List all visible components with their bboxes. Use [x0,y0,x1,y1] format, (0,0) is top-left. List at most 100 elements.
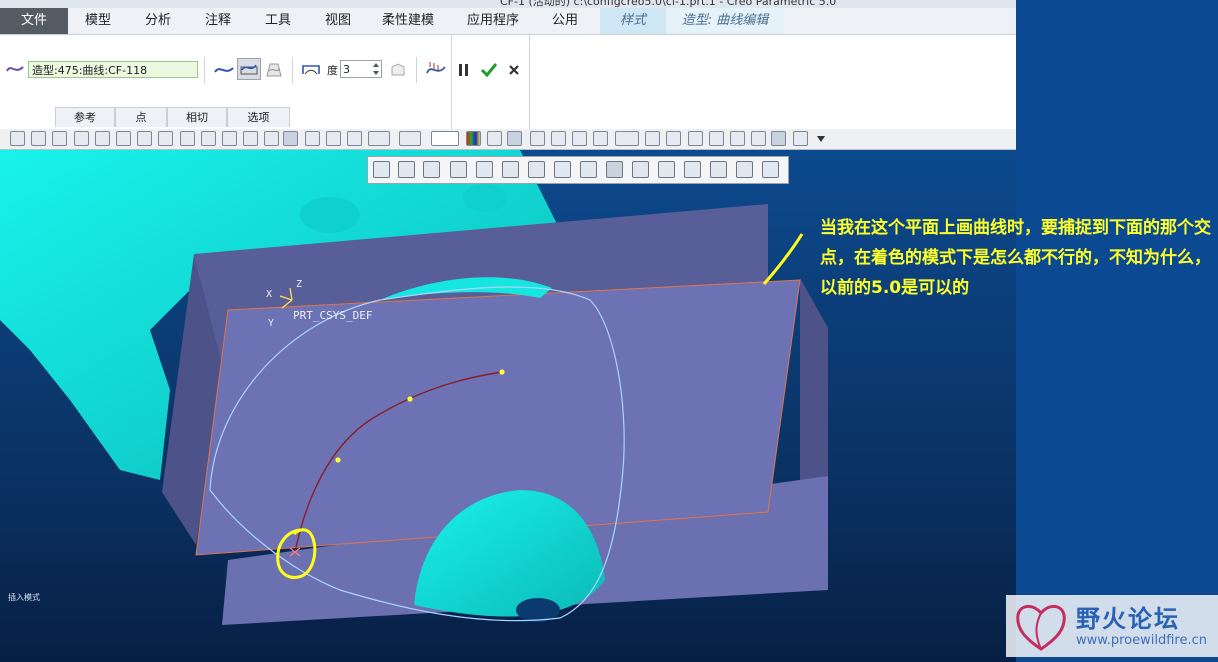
pause-icon[interactable] [457,62,471,78]
curve-reference-field[interactable]: 造型:475:曲线:CF-118 [28,61,198,78]
toolbar-button[interactable] [751,131,766,146]
layout-icon[interactable] [736,161,753,178]
mode-status-text: 插入模式 [8,593,40,602]
toolbar-button[interactable] [180,131,195,146]
spin-center-icon[interactable] [632,161,649,178]
axis-y-label: Y [268,318,275,329]
selection-filter-dropdown[interactable] [431,131,459,146]
toolbar-button[interactable] [487,131,502,146]
csys-label: PRT_CSYS_DEF [293,309,373,322]
toolbar-button[interactable] [530,131,545,146]
curve-icon [6,62,24,76]
toolbar-button[interactable] [10,131,25,146]
tab-analysis[interactable]: 分析 [130,8,186,34]
window-title: CF-1 (活动的) c:\configcreo5.0\cf-1.prt.1 -… [500,0,837,8]
forum-logo [1016,605,1066,651]
toolbar-button[interactable] [666,131,681,146]
surface-disabled-icon[interactable] [388,60,408,80]
display-style-icon[interactable] [476,161,493,178]
toolbar-button[interactable] [593,131,608,146]
window-title-bar: CF-1 (活动的) c:\configcreo5.0\cf-1.prt.1 -… [0,0,1016,8]
redo-icon[interactable] [399,131,421,146]
toolbar-button[interactable] [347,131,362,146]
tab-style[interactable]: 样式 [600,8,666,34]
tab-flexible-modeling[interactable]: 柔性建模 [370,8,446,34]
toolbar-button[interactable] [326,131,341,146]
undo-icon[interactable] [368,131,390,146]
toolbar-more-icon[interactable] [815,132,827,146]
subtab-references[interactable]: 参考 [55,107,115,127]
graphics-toolbar [0,129,1016,150]
toolbar-button[interactable] [305,131,320,146]
toolbar-button[interactable] [283,131,298,146]
toolbar-button[interactable] [158,131,173,146]
toolbar-button[interactable] [730,131,745,146]
tab-file[interactable]: 文件 [0,8,68,34]
ok-check-icon[interactable] [479,60,499,80]
subtab-tangency[interactable]: 相切 [167,107,227,127]
mesh-bump [300,197,360,233]
axis-z-label: Z [296,279,303,290]
toolbar-button[interactable] [645,131,660,146]
ribbon-panel: 造型:475:曲线:CF-118 度 3 参考 点 相切 选项 [0,35,1016,130]
toolbar-button[interactable] [551,131,566,146]
annotation-display-icon[interactable] [606,161,623,178]
zoom-in-icon[interactable] [398,161,415,178]
tab-model[interactable]: 模型 [72,8,124,34]
curvature-icon[interactable] [424,59,448,81]
cos-curve-icon[interactable] [264,60,284,80]
tab-applications[interactable]: 应用程序 [452,8,534,34]
control-points-icon[interactable] [300,60,322,80]
watermark-title: 野火论坛 [1076,605,1180,633]
toolbar-button[interactable] [243,131,258,146]
toolbar-button[interactable] [52,131,67,146]
appearance-icon[interactable] [466,131,481,146]
toolbar-button[interactable] [137,131,152,146]
toolbar-button[interactable] [201,131,216,146]
planar-curve-icon[interactable] [237,58,261,80]
datum-display-icon[interactable] [580,161,597,178]
named-view-icon[interactable] [762,161,779,178]
curve-point[interactable] [407,396,413,402]
curve-point[interactable] [335,457,341,463]
toolbar-button[interactable] [572,131,587,146]
toolbar-button[interactable] [688,131,703,146]
zoom-out-icon[interactable] [423,161,440,178]
degree-stepper-icon[interactable] [370,60,381,78]
section-icon[interactable] [710,161,727,178]
toolbar-button[interactable] [615,131,639,146]
refit-icon[interactable] [373,161,390,178]
tab-curve-edit[interactable]: 造型: 曲线编辑 [666,8,784,34]
toolbar-button[interactable] [74,131,89,146]
appearance-display-icon[interactable] [658,161,675,178]
mesh-bump [463,184,507,212]
subtab-points[interactable]: 点 [115,107,167,127]
axis-x-label: X [266,289,273,300]
view-toolbar [367,156,789,184]
ribbon-tab-bar: 文件 模型 分析 注释 工具 视图 柔性建模 应用程序 公用 样式 造型: 曲线… [0,8,1016,35]
free-curve-icon[interactable] [213,60,235,80]
toolbar-button[interactable] [264,131,279,146]
tab-view[interactable]: 视图 [310,8,366,34]
view-manager-icon[interactable] [528,161,545,178]
annotation-text: 当我在这个平面上画曲线时，要捕捉到下面的那个交点，在着色的模式下是怎么都不行的，… [820,218,1211,298]
toolbar-button[interactable] [222,131,237,146]
forum-watermark: 野火论坛 www.proewildfire.cn [1006,595,1218,657]
toolbar-button[interactable] [116,131,131,146]
toolbar-button[interactable] [95,131,110,146]
cancel-x-icon[interactable] [506,61,522,79]
subtab-options[interactable]: 选项 [227,107,290,127]
toolbar-button[interactable] [793,131,808,146]
tab-common[interactable]: 公用 [538,8,592,34]
toolbar-button[interactable] [507,131,522,146]
saved-orientations-icon[interactable] [502,161,519,178]
tab-tools[interactable]: 工具 [250,8,306,34]
toolbar-button[interactable] [31,131,46,146]
toolbar-button[interactable] [771,131,786,146]
toolbar-button[interactable] [709,131,724,146]
perspective-icon[interactable] [554,161,571,178]
tab-annotate[interactable]: 注释 [190,8,246,34]
plane-display-icon[interactable] [684,161,701,178]
repaint-icon[interactable] [450,161,467,178]
curve-point[interactable] [499,369,505,375]
